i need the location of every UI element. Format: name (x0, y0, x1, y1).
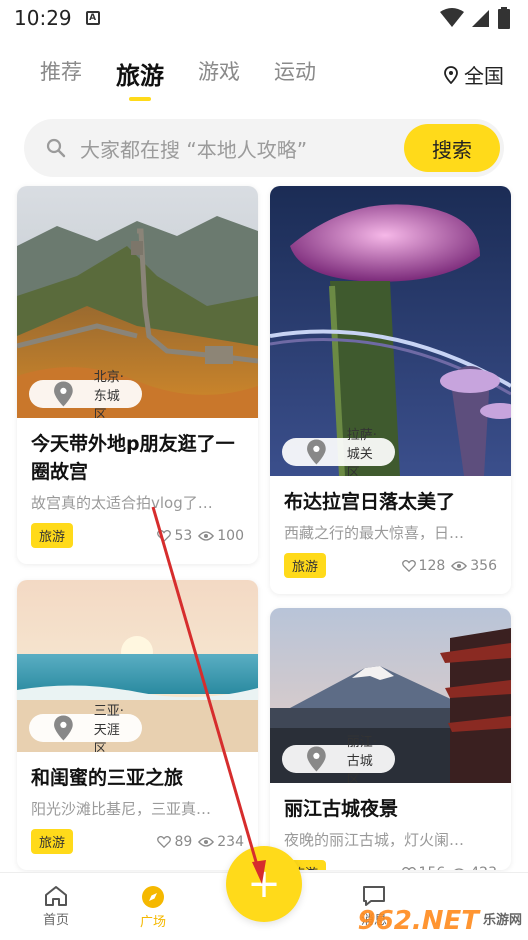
likes-count: 156 (419, 865, 446, 871)
post-title: 布达拉宫日落太美了 (284, 491, 456, 513)
eye-icon (451, 560, 468, 571)
status-right (440, 7, 510, 29)
post-card-sanya[interactable]: 三亚·天涯区 和闺蜜的三亚之旅 阳光沙滩比基尼，三亚真… 旅游 89 234 (17, 580, 258, 870)
views-count: 100 (217, 527, 244, 544)
eye-icon (198, 836, 215, 847)
location-pin-icon (54, 381, 73, 407)
wifi-icon (440, 8, 464, 27)
post-image-beach: 三亚·天涯区 (17, 580, 258, 752)
category-tag[interactable]: 旅游 (31, 829, 74, 854)
location-label: 北京·东城区 (93, 369, 124, 419)
likes-stat[interactable]: 128 (401, 557, 446, 574)
post-card-beijing[interactable]: 北京·东城区 今天带外地p朋友逛了一圈故宫 故宫真的太适合拍vlog了… 旅游 … (17, 186, 258, 564)
views-stat: 100 (198, 528, 244, 544)
signal-icon (472, 10, 489, 27)
likes-count: 53 (174, 527, 193, 544)
status-time: 10:29 (14, 6, 72, 30)
post-description: 阳光沙滩比基尼，三亚真… (31, 800, 212, 818)
eye-icon (198, 530, 215, 541)
heart-icon (157, 529, 172, 542)
category-tabs: 推荐 旅游 游戏 运动 (40, 56, 316, 100)
nav-home[interactable]: 首页 (21, 885, 91, 928)
supertree-image (270, 186, 511, 476)
post-description: 夜晚的丽江古城，灯火阑… (284, 831, 465, 849)
views-count: 234 (217, 833, 244, 850)
location-chip: 拉萨·城关区 (282, 428, 396, 476)
post-title: 今天带外地p朋友逛了一圈故宫 (31, 433, 235, 483)
nav-square[interactable]: 广场 (118, 885, 188, 930)
views-stat: 356 (451, 558, 497, 574)
notification-icon: A (85, 11, 100, 25)
views-stat: 423 (451, 865, 497, 871)
heart-icon (401, 866, 416, 870)
nav-square-label: 广场 (139, 915, 166, 930)
region-label: 全国 (464, 64, 504, 88)
region-selector[interactable]: 全国 (444, 60, 504, 89)
post-card-lhasa[interactable]: 拉萨·城关区 布达拉宫日落太美了 西藏之行的最大惊喜，日… 旅游 128 356 (270, 186, 511, 594)
post-footer: 旅游 89 234 (17, 819, 258, 854)
post-footer: 旅游 53 100 (17, 513, 258, 548)
search-bar[interactable]: 大家都在搜 “本地人攻略” 搜索 (24, 119, 504, 177)
location-pin-icon (54, 715, 73, 741)
likes-count: 128 (418, 557, 446, 574)
post-stats: 53 100 (157, 528, 244, 544)
eye-icon (453, 867, 465, 870)
compass-icon (142, 886, 164, 908)
location-pin-icon (307, 439, 326, 465)
likes-stat[interactable]: 89 (157, 834, 192, 850)
watermark-logo: 962.NET 乐游网 (358, 906, 522, 936)
likes-count: 89 (174, 833, 193, 850)
post-description: 西藏之行的最大惊喜，日… (284, 524, 465, 542)
post-card-lijiang[interactable]: 丽江·古城区 丽江古城夜景 夜晚的丽江古城，灯火阑… 旅游 156 423 (270, 608, 511, 870)
views-count: 356 (470, 557, 497, 574)
home-icon (45, 886, 67, 906)
search-button[interactable]: 搜索 (404, 124, 500, 172)
location-label: 拉萨·城关区 (346, 427, 377, 477)
location-label: 三亚·天涯区 (93, 703, 124, 753)
post-stats: 89 234 (157, 834, 244, 850)
status-bar: 10:29 A (0, 0, 528, 36)
message-icon (363, 886, 385, 906)
location-label: 丽江·古城区 (346, 734, 377, 784)
post-stats: 156 423 (401, 865, 497, 871)
location-pin-icon (444, 65, 458, 84)
category-tag[interactable]: 旅游 (284, 553, 327, 578)
heart-icon (157, 835, 172, 848)
post-stats: 128 356 (401, 557, 497, 574)
nav-home-label: 首页 (42, 913, 69, 928)
tab-recommend[interactable]: 推荐 (40, 56, 82, 86)
location-chip: 北京·东城区 (29, 370, 143, 418)
watermark-text: 962.NET (357, 906, 479, 936)
views-stat: 234 (198, 834, 244, 850)
location-chip: 丽江·古城区 (282, 735, 396, 783)
watermark-subtext: 乐游网 (482, 913, 522, 928)
search-icon (46, 138, 66, 158)
category-tag[interactable]: 旅游 (31, 523, 74, 548)
post-footer: 旅游 128 356 (270, 543, 511, 578)
post-image-supertrees: 拉萨·城关区 (270, 186, 511, 476)
views-count: 423 (470, 865, 497, 871)
battery-icon (498, 7, 510, 29)
status-left: 10:29 A (14, 6, 100, 30)
create-post-button[interactable]: + (226, 846, 302, 922)
tab-travel[interactable]: 旅游 (116, 56, 164, 91)
post-description: 故宫真的太适合拍vlog了… (31, 494, 213, 512)
location-pin-icon (307, 746, 326, 772)
tab-games[interactable]: 游戏 (198, 56, 240, 86)
post-title: 和闺蜜的三亚之旅 (31, 767, 184, 789)
post-footer: 旅游 156 423 (270, 850, 511, 870)
likes-stat[interactable]: 156 (401, 865, 446, 871)
post-image-great-wall: 北京·东城区 (17, 186, 258, 418)
search-input[interactable]: 大家都在搜 “本地人攻略” (80, 134, 307, 163)
likes-stat[interactable]: 53 (157, 528, 192, 544)
tab-sports[interactable]: 运动 (274, 56, 316, 86)
post-image-mountain: 丽江·古城区 (270, 608, 511, 783)
post-title: 丽江古城夜景 (284, 798, 399, 820)
heart-icon (401, 559, 416, 572)
location-chip: 三亚·天涯区 (29, 704, 143, 752)
